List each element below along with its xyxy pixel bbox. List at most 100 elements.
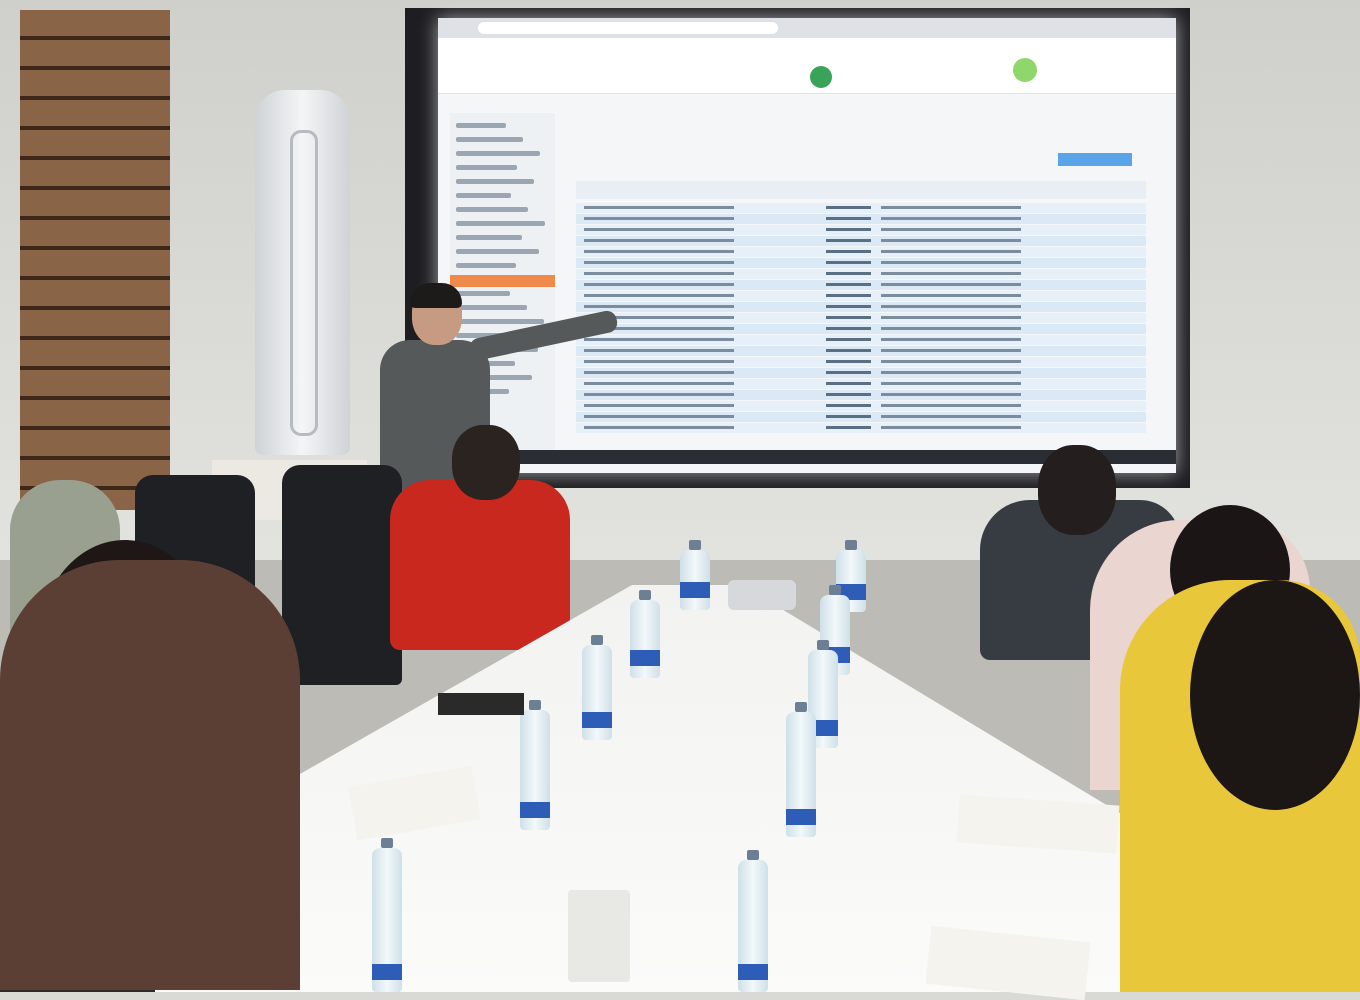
table-cell [826, 239, 871, 242]
table-cell [881, 382, 1021, 385]
blind-slat [20, 70, 170, 100]
table-cell [881, 327, 1021, 330]
sidebar-item [456, 193, 511, 198]
water-bottle [520, 700, 550, 830]
table-cell [584, 228, 734, 231]
person-right-man-head [1038, 445, 1116, 535]
window-blinds [20, 10, 170, 510]
blind-slat [20, 250, 170, 280]
state-emblem-icon [810, 66, 832, 88]
table-cell [584, 426, 734, 429]
app-content [566, 113, 1166, 453]
sidebar-item [456, 151, 540, 156]
blind-slat [20, 280, 170, 310]
user-avatar [1013, 58, 1037, 82]
projection-screen [438, 18, 1176, 473]
sidebar-item [456, 319, 544, 324]
table-row [576, 236, 1146, 246]
table-cell [584, 261, 734, 264]
table-row [576, 203, 1146, 213]
table-cell [826, 382, 871, 385]
table-row [576, 423, 1146, 433]
action-button [1058, 153, 1132, 166]
sidebar-item [456, 179, 534, 184]
sidebar-item [456, 165, 517, 170]
table-row [576, 225, 1146, 235]
table-cell [584, 393, 734, 396]
table-cell [881, 217, 1021, 220]
water-bottle [582, 635, 612, 740]
table-cell [881, 228, 1021, 231]
water-bottle [372, 838, 402, 992]
table-cell [826, 228, 871, 231]
blind-slat [20, 40, 170, 70]
table-cell [881, 239, 1021, 242]
sidebar-item [456, 123, 506, 128]
table-cell [881, 415, 1021, 418]
table-cell [584, 250, 734, 253]
browser-toolbar [438, 18, 1176, 38]
blind-slat [20, 370, 170, 400]
table-row [576, 412, 1146, 422]
table-row [576, 280, 1146, 290]
table-cell [584, 382, 734, 385]
table-row [576, 269, 1146, 279]
table-cell [826, 415, 871, 418]
table-cell [826, 338, 871, 341]
table-cell [881, 305, 1021, 308]
table-row [576, 214, 1146, 224]
person-red-sweater-head [452, 425, 520, 500]
table-cell [826, 206, 871, 209]
documents-table [576, 203, 1146, 435]
presenter-hair [410, 283, 462, 308]
table-cell [826, 349, 871, 352]
table-cell [584, 349, 734, 352]
notebook [438, 693, 524, 715]
table-cell [584, 338, 734, 341]
table-cell [881, 283, 1021, 286]
table-row [576, 324, 1146, 334]
table-cell [584, 272, 734, 275]
table-cell [826, 283, 871, 286]
blind-slat [20, 340, 170, 370]
blind-slat [20, 190, 170, 220]
table-cell [881, 393, 1021, 396]
table-cell [826, 393, 871, 396]
sidebar-item-active [450, 275, 555, 287]
sidebar-item [456, 263, 516, 268]
water-bottle [630, 590, 660, 678]
table-row [576, 291, 1146, 301]
person-left-woman [0, 560, 300, 990]
table-cell [584, 294, 734, 297]
blind-slat [20, 310, 170, 340]
table-cell [881, 371, 1021, 374]
sidebar-item [456, 305, 527, 310]
table-cell [584, 404, 734, 407]
table-row [576, 313, 1146, 323]
address-bar [478, 22, 778, 34]
blind-slat [20, 430, 170, 460]
sidebar-item [456, 207, 528, 212]
table-cell [584, 371, 734, 374]
table-cell [881, 426, 1021, 429]
table-cell [584, 283, 734, 286]
blind-slat [20, 130, 170, 160]
table-row [576, 247, 1146, 257]
table-cell [881, 360, 1021, 363]
table-cell [881, 338, 1021, 341]
air-conditioner [255, 90, 350, 455]
table-row [576, 357, 1146, 367]
table-row [576, 302, 1146, 312]
chair-center-back [282, 465, 402, 685]
blind-slat [20, 100, 170, 130]
table-row [576, 258, 1146, 268]
blind-slat [20, 400, 170, 430]
blind-slat [20, 10, 170, 40]
table-cell [826, 294, 871, 297]
table-cell [584, 206, 734, 209]
pencil-cup [568, 890, 630, 982]
sidebar-item [456, 249, 539, 254]
person-red-sweater [390, 480, 570, 650]
table-cell [584, 305, 734, 308]
table-row [576, 346, 1146, 356]
